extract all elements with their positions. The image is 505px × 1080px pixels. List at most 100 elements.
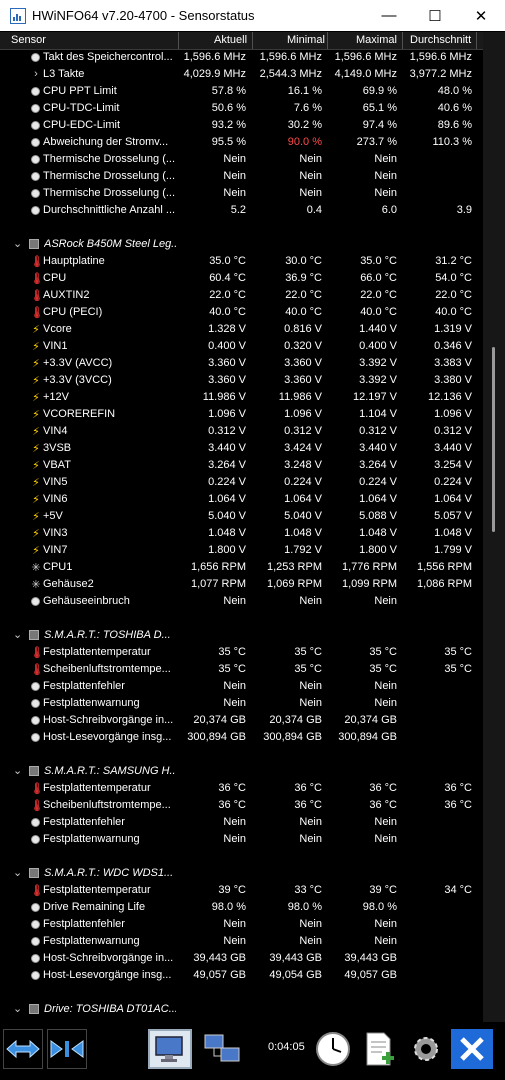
monitor-button[interactable] <box>148 1029 192 1069</box>
sensor-row[interactable]: ✳ Gehäuse2 1,077 RPM 1,069 RPM 1,099 RPM 1,08… <box>0 576 483 593</box>
sensor-row[interactable]: 🌡 Hauptplatine 35.0 °C 30.0 °C 35.0 °C 31.2 °… <box>0 253 483 270</box>
sensor-row[interactable]: Thermische Drosselung (... Nein Nein Nein <box>0 151 483 168</box>
status-dot-icon <box>31 189 40 198</box>
group-label: Drive: TOSHIBA DT01AC... <box>44 1003 176 1015</box>
column-minimum[interactable]: Minimal <box>287 34 325 46</box>
maximize-button[interactable]: ☐ <box>412 0 458 31</box>
sensor-row[interactable]: Durchschnittliche Anzahl ... 5.2 0.4 6.0 3.9 <box>0 202 483 219</box>
sensor-group-header[interactable]: ⌄ ASRock B450M Steel Leg... <box>0 236 483 253</box>
value-minimum: 90.0 % <box>287 136 322 148</box>
sensor-group-header[interactable]: ⌄ S.M.A.R.T.: WDC WDS1... <box>0 865 483 882</box>
sensor-row[interactable]: Thermische Drosselung (... Nein Nein Nein <box>0 168 483 185</box>
sensor-row[interactable]: ⚡ +5V 5.040 V 5.040 V 5.088 V 5.057 V <box>0 508 483 525</box>
sensor-row[interactable]: Festplattenwarnung Nein Nein Nein <box>0 695 483 712</box>
sensor-row[interactable]: Festplattenfehler Nein Nein Nein <box>0 814 483 831</box>
sensor-row[interactable]: ⚡ VCOREREFIN 1.096 V 1.096 V 1.104 V 1.096 V <box>0 406 483 423</box>
column-maximum[interactable]: Maximal <box>356 34 397 46</box>
sensor-row[interactable]: Thermische Drosselung (... Nein Nein Nein <box>0 185 483 202</box>
sensor-row[interactable]: › L3 Takte 4,029.9 MHz 2,544.3 MHz 4,149.0 M… <box>0 66 483 83</box>
sensor-row[interactable]: ⚡ Vcore 1.328 V 0.816 V 1.440 V 1.319 V <box>0 321 483 338</box>
sensor-row[interactable]: 🌡 Festplattentemperatur 36 °C 36 °C 36 °C 36 … <box>0 780 483 797</box>
sensor-row[interactable]: Festplattenwarnung Nein Nein Nein <box>0 831 483 848</box>
sensor-row[interactable]: 🌡 Festplattentemperatur 39 °C 33 °C 39 °C 34 … <box>0 882 483 899</box>
column-sensor[interactable]: Sensor <box>11 34 46 46</box>
sensor-group-header[interactable]: ⌄ S.M.A.R.T.: SAMSUNG H... <box>0 763 483 780</box>
value-average: 5.057 V <box>434 510 472 522</box>
sensor-row[interactable]: ⚡ +3.3V (3VCC) 3.360 V 3.360 V 3.392 V 3.380 … <box>0 372 483 389</box>
sensor-row[interactable]: ⚡ VIN3 1.048 V 1.048 V 1.048 V 1.048 V <box>0 525 483 542</box>
sensor-row[interactable]: 🌡 CPU (PECI) 40.0 °C 40.0 °C 40.0 °C 40.0 °C <box>0 304 483 321</box>
expand-chevron-icon[interactable]: › <box>30 68 42 81</box>
clock-icon <box>316 1032 350 1066</box>
sensor-row[interactable]: 🌡 CPU 60.4 °C 36.9 °C 66.0 °C 54.0 °C <box>0 270 483 287</box>
value-maximum: 35 °C <box>369 663 397 675</box>
sensor-row[interactable]: Host-Lesevorgänge insg... 300,894 GB 300,8… <box>0 729 483 746</box>
sensor-row[interactable]: ⚡ +3.3V (AVCC) 3.360 V 3.360 V 3.392 V 3.383 … <box>0 355 483 372</box>
close-button[interactable]: ✕ <box>458 0 504 31</box>
value-minimum: 2,544.3 MHz <box>259 68 322 80</box>
value-average: 1,556 RPM <box>416 561 472 573</box>
minimize-button[interactable]: — <box>366 0 412 31</box>
sensor-row[interactable]: ⚡ 3VSB 3.440 V 3.424 V 3.440 V 3.440 V <box>0 440 483 457</box>
value-maximum: 40.0 °C <box>360 306 397 318</box>
sensor-row[interactable]: Abweichung der Stromv... 95.5 % 90.0 % 273.… <box>0 134 483 151</box>
lightning-icon: ⚡ <box>32 527 40 540</box>
collapse-chevron-icon[interactable]: ⌄ <box>13 628 22 641</box>
value-current: 35 °C <box>218 663 246 675</box>
status-dot-icon <box>31 682 40 691</box>
value-current: 36 °C <box>218 782 246 794</box>
double-arrow-left-right-icon <box>6 1039 40 1059</box>
sensor-row[interactable]: 🌡 Scheibenluftstromtempe... 36 °C 36 °C 36 °… <box>0 797 483 814</box>
sensor-row[interactable]: CPU PPT Limit 57.8 % 16.1 % 69.9 % 48.0 % <box>0 83 483 100</box>
sensor-row[interactable]: Host-Schreibvorgänge in... 20,374 GB 20,37… <box>0 712 483 729</box>
value-minimum: 300,894 GB <box>263 731 322 743</box>
sensor-row[interactable]: CPU-EDC-Limit 93.2 % 30.2 % 97.4 % 89.6 % <box>0 117 483 134</box>
sensor-row[interactable]: Gehäuseeinbruch Nein Nein Nein <box>0 593 483 610</box>
collapse-chevron-icon[interactable]: ⌄ <box>13 866 22 879</box>
vertical-scrollbar[interactable] <box>483 32 505 1022</box>
settings-button[interactable] <box>405 1029 447 1069</box>
sensor-row[interactable]: Festplattenfehler Nein Nein Nein <box>0 916 483 933</box>
value-average: 1.064 V <box>434 493 472 505</box>
value-current: 1.064 V <box>208 493 246 505</box>
sensor-row[interactable]: Festplattenfehler Nein Nein Nein <box>0 678 483 695</box>
sensor-row[interactable]: Takt des Speichercontrol... 1,596.6 MHz 1,… <box>0 49 483 66</box>
reset-timer-button[interactable] <box>312 1029 354 1069</box>
collapse-chevron-icon[interactable]: ⌄ <box>13 1002 22 1015</box>
sensor-row[interactable]: Drive Remaining Life 98.0 % 98.0 % 98.0 % <box>0 899 483 916</box>
close-sensors-button[interactable] <box>451 1029 493 1069</box>
sensor-row[interactable]: ⚡ VIN1 0.400 V 0.320 V 0.400 V 0.346 V <box>0 338 483 355</box>
value-current: 39 °C <box>218 884 246 896</box>
expand-columns-button[interactable] <box>3 1029 43 1069</box>
collapse-chevron-icon[interactable]: ⌄ <box>13 764 22 777</box>
collapse-columns-button[interactable] <box>47 1029 87 1069</box>
sensor-list[interactable]: Takt des Speichercontrol... 1,596.6 MHz 1,… <box>0 49 483 1022</box>
network-button[interactable] <box>201 1029 243 1069</box>
sensor-row[interactable]: ⚡ VIN6 1.064 V 1.064 V 1.064 V 1.064 V <box>0 491 483 508</box>
sensor-row[interactable]: ⚡ VBAT 3.264 V 3.248 V 3.264 V 3.254 V <box>0 457 483 474</box>
sensor-row[interactable]: ✳ CPU1 1,656 RPM 1,253 RPM 1,776 RPM 1,556 RP… <box>0 559 483 576</box>
scrollbar-thumb[interactable] <box>492 347 495 532</box>
value-average: 36 °C <box>444 799 472 811</box>
sensor-row[interactable]: 🌡 Festplattentemperatur 35 °C 35 °C 35 °C 35 … <box>0 644 483 661</box>
sensor-row[interactable]: Host-Schreibvorgänge in... 39,443 GB 39,44… <box>0 950 483 967</box>
sensor-row[interactable]: 🌡 Scheibenluftstromtempe... 35 °C 35 °C 35 °… <box>0 661 483 678</box>
sensor-row[interactable]: 🌡 AUXTIN2 22.0 °C 22.0 °C 22.0 °C 22.0 °C <box>0 287 483 304</box>
sensor-row[interactable]: ⚡ VIN7 1.800 V 1.792 V 1.800 V 1.799 V <box>0 542 483 559</box>
logging-button[interactable] <box>358 1029 400 1069</box>
value-maximum: 1.048 V <box>359 527 397 539</box>
column-average[interactable]: Durchschnitt <box>410 34 471 46</box>
sensor-row[interactable]: ⚡ VIN4 0.312 V 0.312 V 0.312 V 0.312 V <box>0 423 483 440</box>
sensor-row[interactable]: Festplattenwarnung Nein Nein Nein <box>0 933 483 950</box>
value-minimum: 1,069 RPM <box>266 578 322 590</box>
collapse-chevron-icon[interactable]: ⌄ <box>13 237 22 250</box>
sensor-group-header[interactable]: ⌄ S.M.A.R.T.: TOSHIBA D... <box>0 627 483 644</box>
sensor-row[interactable]: ⚡ +12V 11.986 V 11.986 V 12.197 V 12.136 V <box>0 389 483 406</box>
sensor-name: Scheibenluftstromtempe... <box>43 663 171 675</box>
sensor-group-header[interactable]: ⌄ Drive: TOSHIBA DT01AC... <box>0 1001 483 1018</box>
column-current[interactable]: Aktuell <box>214 34 247 46</box>
sensor-row[interactable]: CPU-TDC-Limit 50.6 % 7.6 % 65.1 % 40.6 % <box>0 100 483 117</box>
sensor-row[interactable]: ⚡ VIN5 0.224 V 0.224 V 0.224 V 0.224 V <box>0 474 483 491</box>
value-minimum: 0.320 V <box>284 340 322 352</box>
sensor-row[interactable]: Host-Lesevorgänge insg... 49,057 GB 49,054… <box>0 967 483 984</box>
